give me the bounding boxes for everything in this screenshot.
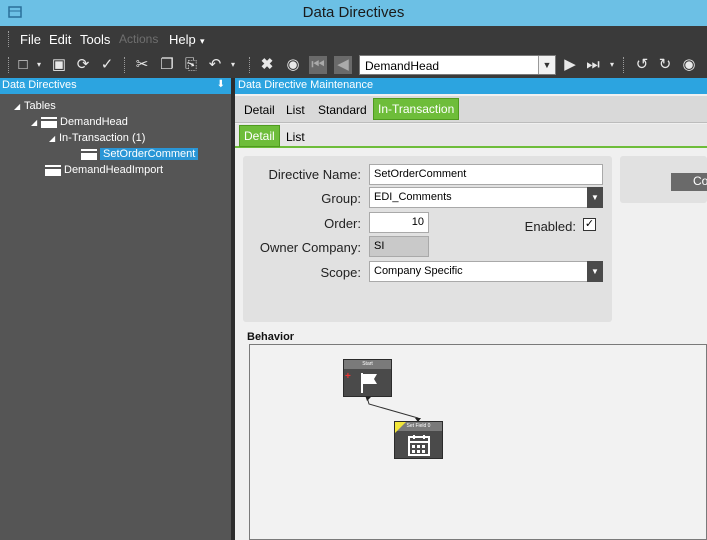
owner-company-label: Owner Company: bbox=[259, 240, 361, 255]
delete-icon[interactable]: ✖ bbox=[258, 56, 276, 74]
tab-detail[interactable]: Detail bbox=[244, 103, 275, 117]
save-icon[interactable]: ▣ bbox=[50, 56, 68, 74]
add-icon[interactable]: + bbox=[345, 371, 351, 382]
maintenance-title: Data Directive Maintenance bbox=[238, 79, 374, 91]
workflow-node-start[interactable]: Start + bbox=[343, 359, 392, 397]
forward-icon[interactable]: ↻ bbox=[656, 56, 674, 74]
tree-label-demandhead: DemandHead bbox=[60, 116, 128, 128]
chevron-down-icon[interactable]: ▼ bbox=[587, 187, 603, 208]
tree-label-demandheadimport: DemandHeadImport bbox=[64, 164, 164, 176]
marker-icon bbox=[395, 422, 406, 433]
main-tabs: Detail List Standard In-Transaction bbox=[235, 96, 707, 123]
order-label: Order: bbox=[324, 216, 361, 231]
pin-icon[interactable]: ⬇ bbox=[217, 79, 225, 90]
menu-tools[interactable]: Tools bbox=[80, 32, 110, 47]
tab-in-transaction[interactable]: In-Transaction bbox=[373, 98, 460, 120]
scope-combo[interactable]: Company Specific ▼ bbox=[369, 261, 603, 282]
expand-arrow-icon[interactable]: ◢ bbox=[14, 99, 24, 115]
search-icon[interactable]: ◉ bbox=[284, 56, 302, 74]
window-title: Data Directives bbox=[302, 4, 405, 21]
menu-file[interactable]: File bbox=[20, 32, 41, 47]
tree-panel-title: Data Directives bbox=[2, 79, 77, 91]
copy-icon[interactable]: ❐ bbox=[158, 56, 176, 74]
enabled-checkbox[interactable]: ✓ bbox=[583, 218, 596, 231]
tree-node-demandhead[interactable]: ◢ DemandHead bbox=[31, 114, 128, 130]
expand-arrow-icon[interactable]: ◢ bbox=[49, 131, 59, 147]
previous-icon: ◀ bbox=[334, 56, 352, 74]
folder-icon bbox=[45, 164, 61, 176]
menu-actions: Actions bbox=[119, 32, 159, 46]
toolbar-overflow-icon[interactable]: ▾ bbox=[224, 56, 242, 74]
owner-company-input: SI bbox=[369, 236, 429, 257]
calendar-icon bbox=[408, 435, 430, 456]
undo-icon[interactable]: ↶ bbox=[206, 56, 224, 74]
menu-bar: File Edit Tools Actions Help ▾ bbox=[0, 26, 707, 52]
folder-icon bbox=[81, 148, 97, 160]
tree-node-setordercomment[interactable]: SetOrderComment bbox=[81, 146, 199, 162]
behavior-label: Behavior bbox=[247, 331, 295, 343]
tree-label-setordercomment[interactable]: SetOrderComment bbox=[100, 148, 199, 160]
tree-node-tables[interactable]: ◢ Tables bbox=[14, 98, 56, 114]
paste-icon[interactable]: ⎘ bbox=[182, 56, 200, 74]
first-icon: ⏮ bbox=[309, 56, 327, 74]
title-bar: Data Directives bbox=[0, 0, 707, 26]
key-field-value[interactable]: DemandHead bbox=[365, 59, 439, 73]
folder-icon bbox=[41, 116, 57, 128]
behavior-canvas[interactable] bbox=[249, 344, 707, 540]
back-icon[interactable]: ↺ bbox=[633, 56, 651, 74]
tree-label-in-transaction: In-Transaction (1) bbox=[59, 132, 146, 144]
expand-arrow-icon[interactable]: ◢ bbox=[31, 115, 41, 131]
chevron-down-icon[interactable]: ▼ bbox=[587, 261, 603, 282]
group-label: Group: bbox=[321, 191, 361, 206]
menu-overflow-icon[interactable]: ▾ bbox=[200, 36, 205, 47]
home-icon[interactable]: ◉ bbox=[680, 56, 698, 74]
group-value: EDI_Comments bbox=[374, 191, 452, 203]
clear-icon[interactable]: ✓ bbox=[98, 56, 116, 74]
scope-value: Company Specific bbox=[374, 265, 463, 277]
nav-overflow-icon[interactable]: ▾ bbox=[603, 56, 621, 74]
code-button[interactable]: Co bbox=[671, 173, 707, 191]
subtab-detail[interactable]: Detail bbox=[239, 125, 280, 147]
cut-icon[interactable]: ✂ bbox=[133, 56, 151, 74]
workflow-node-set-field[interactable]: Set Field 0 bbox=[394, 421, 443, 459]
refresh-icon[interactable]: ⟳ bbox=[74, 56, 92, 74]
group-combo[interactable]: EDI_Comments ▼ bbox=[369, 187, 603, 208]
tab-list[interactable]: List bbox=[286, 103, 305, 117]
tree-panel-header: Data Directives ⬇ bbox=[0, 78, 231, 94]
order-input[interactable]: 10 bbox=[369, 212, 429, 233]
chevron-down-icon[interactable]: ▼ bbox=[538, 56, 555, 74]
menu-edit[interactable]: Edit bbox=[49, 32, 71, 47]
sub-tabs: Detail List bbox=[235, 124, 707, 148]
toolbar: □ ▾ ▣ ⟳ ✓ ✂ ❐ ⎘ ↶ ▾ ✖ ◉ ⏮ ◀ ▶ ⏭ ▾ ↺ ↻ ◉ bbox=[0, 52, 707, 78]
next-icon[interactable]: ▶ bbox=[561, 56, 579, 74]
new-dropdown-icon[interactable]: ▾ bbox=[30, 56, 48, 74]
maintenance-header: Data Directive Maintenance bbox=[235, 78, 707, 94]
tree-label-tables: Tables bbox=[24, 100, 56, 112]
last-icon[interactable]: ⏭ bbox=[584, 56, 602, 74]
tree-node-demandheadimport[interactable]: DemandHeadImport bbox=[45, 162, 163, 178]
scope-label: Scope: bbox=[320, 265, 361, 280]
tab-standard[interactable]: Standard bbox=[318, 103, 367, 117]
tree-node-in-transaction[interactable]: ◢ In-Transaction (1) bbox=[49, 130, 145, 146]
menu-help[interactable]: Help bbox=[169, 32, 196, 47]
workflow-node-label: Start bbox=[344, 360, 391, 369]
key-field-combo[interactable]: DemandHead ▼ bbox=[359, 55, 556, 75]
subtab-list[interactable]: List bbox=[286, 130, 305, 144]
directive-name-input[interactable]: SetOrderComment bbox=[369, 164, 603, 185]
directive-name-label: Directive Name: bbox=[268, 167, 361, 182]
enabled-label: Enabled: bbox=[524, 219, 576, 234]
flag-icon bbox=[361, 373, 377, 393]
